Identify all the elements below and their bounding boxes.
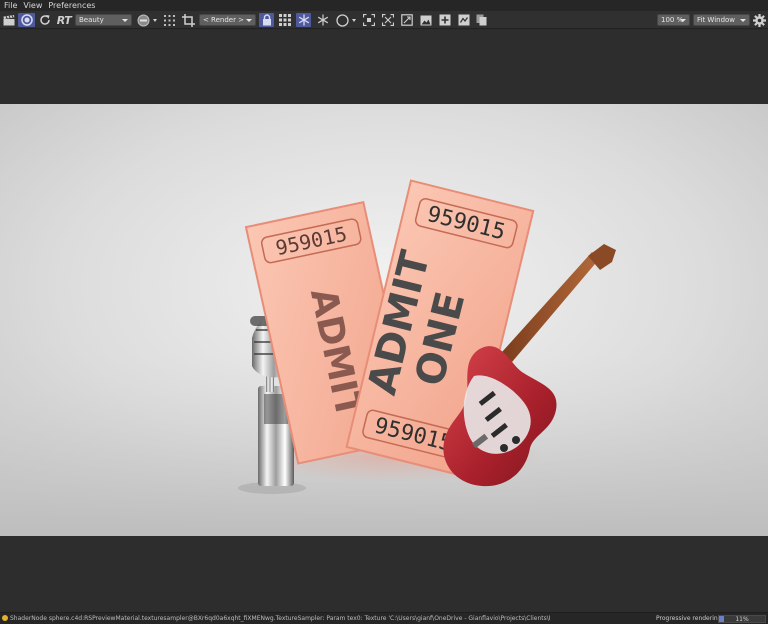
snowflake-icon[interactable] [315, 13, 330, 27]
gear-icon[interactable] [752, 13, 767, 27]
chevron-down-icon [680, 19, 686, 22]
clapper-icon[interactable] [2, 13, 16, 27]
lock-icon[interactable] [259, 13, 274, 27]
focus-region-icon[interactable] [361, 13, 376, 27]
snowflake-active-icon[interactable] [296, 13, 311, 27]
toolbar: RT Beauty < Render > 100 % Fit Window [0, 11, 768, 29]
progress-percent: 11% [735, 616, 749, 623]
render-start-icon[interactable] [18, 13, 35, 27]
add-image-icon[interactable] [437, 13, 452, 27]
fit-region-icon[interactable] [380, 13, 395, 27]
circle-icon[interactable] [335, 13, 350, 27]
grid-dots-icon[interactable] [162, 13, 176, 27]
status-message: ShaderNode sphere.c4d:RSPreviewMaterial.… [10, 615, 550, 622]
progress-label: Progressive rendering [656, 615, 722, 622]
expand-icon[interactable] [399, 13, 414, 27]
chevron-down-icon[interactable] [352, 19, 356, 22]
render-scene: 959015 ADMIT 959015 ADMIT ONE 959015 [0, 104, 768, 536]
chevron-down-icon [246, 19, 252, 22]
snapshot-icon[interactable] [456, 13, 471, 27]
render-image[interactable]: 959015 ADMIT 959015 ADMIT ONE 959015 [0, 104, 768, 536]
chevron-down-icon [740, 19, 746, 22]
menu-view[interactable]: View [20, 0, 45, 11]
aov-dropdown-label: Beauty [79, 16, 104, 24]
menu-preferences[interactable]: Preferences [45, 0, 98, 11]
menu-bar: File View Preferences [0, 0, 768, 11]
refresh-icon[interactable] [38, 13, 52, 27]
fit-dropdown[interactable]: Fit Window [693, 14, 750, 26]
status-bar: ShaderNode sphere.c4d:RSPreviewMaterial.… [0, 612, 768, 624]
copy-icon[interactable] [474, 13, 489, 27]
chevron-down-icon[interactable] [153, 19, 157, 22]
chevron-down-icon [122, 19, 128, 22]
render-dropdown-label: < Render > [202, 16, 245, 24]
rt-button[interactable]: RT [55, 13, 73, 27]
color-channel-icon[interactable] [136, 13, 151, 27]
menu-file[interactable]: File [0, 0, 20, 11]
zoom-dropdown[interactable]: 100 % [657, 14, 690, 26]
fit-dropdown-label: Fit Window [697, 16, 736, 24]
render-viewport[interactable]: 959015 ADMIT 959015 ADMIT ONE 959015 [0, 30, 768, 612]
crop-icon[interactable] [180, 13, 196, 27]
grid-icon[interactable] [277, 13, 292, 27]
image-icon[interactable] [418, 13, 433, 27]
progress-bar: 11% [718, 615, 766, 623]
render-dropdown[interactable]: < Render > [199, 14, 256, 26]
warning-dot-icon [2, 615, 8, 621]
aov-dropdown[interactable]: Beauty [75, 14, 132, 26]
